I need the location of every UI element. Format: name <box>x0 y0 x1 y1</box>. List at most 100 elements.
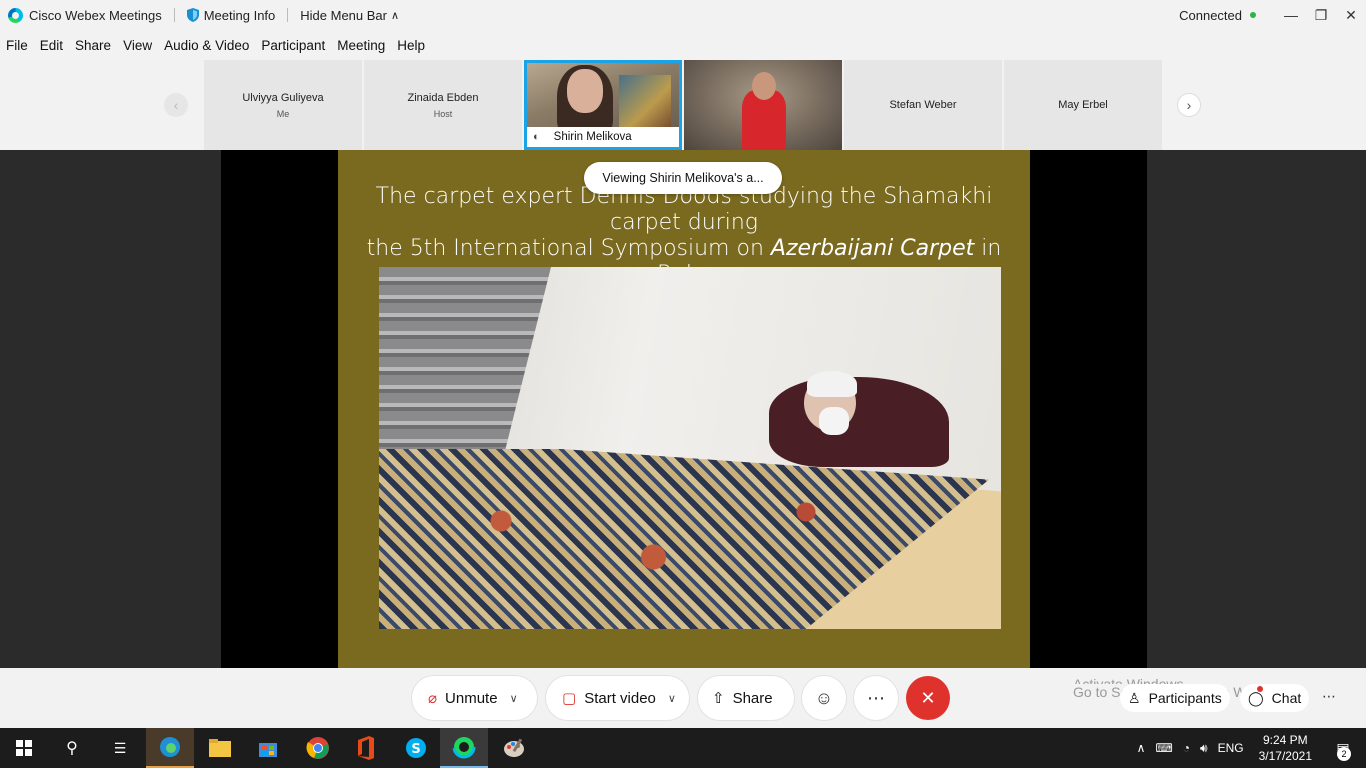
hide-menu-bar-button[interactable]: Hide Menu Bar ∧ <box>300 8 399 23</box>
meeting-info-button[interactable]: Meeting Info <box>186 8 275 23</box>
meeting-controls: ⌀ Unmute ∨ ▢ Start video ∨ ⇧ Share ☺ ⋯ ✕… <box>0 668 1366 728</box>
start-video-label: Start video <box>584 689 656 707</box>
store-icon <box>259 743 277 757</box>
slide-photo <box>379 267 1001 629</box>
participant-tile[interactable]: Zinaida Ebden Host <box>364 60 522 150</box>
chevron-down-icon[interactable]: ∨ <box>510 692 518 705</box>
menu-view[interactable]: View <box>117 38 158 53</box>
notification-badge: 2 <box>1337 747 1351 761</box>
app-name: Cisco Webex Meetings <box>29 7 162 23</box>
connection-dot-icon <box>1250 12 1256 18</box>
share-label: Share <box>732 689 773 707</box>
unmute-button[interactable]: ⌀ Unmute ∨ <box>412 676 537 720</box>
participant-tile[interactable]: Ulviyya Guliyeva Me <box>204 60 362 150</box>
menu-share[interactable]: Share <box>69 38 117 53</box>
participant-strip: ‹ Ulviyya Guliyeva Me Zinaida Ebden Host… <box>0 60 1366 150</box>
restore-button[interactable]: ❐ <box>1306 0 1336 30</box>
chrome-icon <box>306 737 329 759</box>
clock[interactable]: 9:24 PM 3/17/2021 <box>1259 732 1312 764</box>
unmute-label: Unmute <box>445 689 498 707</box>
taskbar-webex[interactable] <box>440 728 488 768</box>
clock-time: 9:24 PM <box>1262 733 1308 747</box>
more-options-button[interactable]: ⋯ <box>854 676 898 720</box>
menu-file[interactable]: File <box>0 38 34 53</box>
webex-logo-icon <box>8 7 23 23</box>
menu-participant[interactable]: Participant <box>255 38 331 53</box>
volume-icon[interactable]: 🔊︎ <box>1200 741 1208 756</box>
task-view-button[interactable]: ☰ <box>96 728 144 768</box>
clock-date: 3/17/2021 <box>1258 749 1312 763</box>
activate-line1: Activate Windows <box>1073 676 1184 684</box>
participant-tile[interactable]: May Erbel <box>1004 60 1162 150</box>
office-icon <box>358 736 374 760</box>
participant-role: Host <box>433 108 453 119</box>
language-indicator[interactable]: ENG <box>1218 741 1244 755</box>
participant-video-tile-active[interactable]: ◐ Shirin Melikova <box>524 60 682 150</box>
show-hidden-icons-button[interactable]: ∧ <box>1137 741 1146 755</box>
title-bar: Cisco Webex Meetings Meeting Info Hide M… <box>0 0 1366 30</box>
end-meeting-button[interactable]: ✕ <box>906 676 950 720</box>
menu-meeting[interactable]: Meeting <box>331 38 391 53</box>
search-button[interactable]: ⚲ <box>48 728 96 768</box>
wifi-icon[interactable]: ◔ <box>1183 741 1190 755</box>
viewing-toast: Viewing Shirin Melikova's a... <box>584 162 782 194</box>
video-off-icon: ▢ <box>562 690 577 707</box>
windows-logo-icon <box>16 740 32 756</box>
taskbar-skype[interactable]: S <box>392 728 440 768</box>
participants-panel-button[interactable]: ♙ Participants <box>1120 684 1230 712</box>
folder-icon <box>209 739 231 757</box>
participants-label: Participants <box>1148 690 1222 706</box>
chat-bubble-icon: ◯ <box>1248 689 1264 706</box>
input-indicator-icon[interactable]: ⌨ <box>1155 741 1172 755</box>
previous-participants-button[interactable]: ‹ <box>164 93 188 117</box>
slide-title-text: the 5th International Symposium on <box>366 236 771 261</box>
hide-menu-bar-label: Hide Menu Bar <box>300 7 387 23</box>
menu-audio-video[interactable]: Audio & Video <box>158 38 255 53</box>
taskbar-edge[interactable] <box>146 728 194 768</box>
menu-bar: File Edit Share View Audio & Video Parti… <box>0 32 431 58</box>
taskbar-chrome[interactable] <box>294 728 342 768</box>
close-icon: ✕ <box>920 687 936 708</box>
chat-label: Chat <box>1271 690 1302 706</box>
shield-icon <box>186 8 199 22</box>
menu-edit[interactable]: Edit <box>34 38 69 53</box>
menu-help[interactable]: Help <box>391 38 431 53</box>
next-participants-button[interactable]: › <box>1177 93 1201 117</box>
webex-icon <box>452 735 476 759</box>
chevron-down-icon[interactable]: ∨ <box>668 692 676 705</box>
close-button[interactable]: ✕ <box>1336 0 1366 30</box>
taskbar-office[interactable] <box>342 728 390 768</box>
paint-palette-icon <box>504 738 524 757</box>
svg-text:S: S <box>411 742 420 757</box>
background-painting <box>619 75 671 127</box>
slide-title-emphasis: Azerbaijani Carpet <box>770 236 975 261</box>
task-view-icon: ☰ <box>113 739 127 756</box>
minimize-button[interactable]: — <box>1276 0 1306 30</box>
participant-tile[interactable]: Stefan Weber <box>844 60 1002 150</box>
participant-name: Ulviyya Guliyeva <box>242 91 324 104</box>
windows-taskbar: ⚲ ☰ S ∧ ⌨ ◔ 🔊︎ ENG 9:24 PM 3/17/2021 ▤ 2 <box>0 728 1366 768</box>
taskbar-store[interactable] <box>244 728 292 768</box>
start-button[interactable] <box>0 728 48 768</box>
action-center-button[interactable]: ▤ 2 <box>1328 733 1358 763</box>
taskbar-file-explorer[interactable] <box>196 728 244 768</box>
photo-person-beard <box>819 407 849 435</box>
search-icon: ⚲ <box>66 740 78 757</box>
shared-slide: The carpet expert Dennis Doods studying … <box>338 150 1030 668</box>
participant-name: Stefan Weber <box>889 99 957 111</box>
share-button[interactable]: ⇧ Share <box>698 676 794 720</box>
participant-video-tile[interactable] <box>684 60 842 150</box>
start-video-button[interactable]: ▢ Start video ∨ <box>546 676 689 720</box>
chevron-right-icon: › <box>1186 97 1192 113</box>
divider <box>173 8 175 22</box>
more-panels-button[interactable]: ⋯ <box>1322 688 1337 705</box>
share-icon: ⇧ <box>712 690 725 707</box>
reactions-button[interactable]: ☺ <box>802 676 846 720</box>
app-title: Cisco Webex Meetings <box>0 7 162 23</box>
taskbar-paint[interactable] <box>490 728 538 768</box>
connection-status: Connected <box>1179 7 1242 23</box>
chat-panel-button[interactable]: ◯ Chat <box>1240 684 1310 712</box>
video-feed <box>684 60 842 150</box>
skype-icon: S <box>406 738 426 758</box>
participant-name: May Erbel <box>1058 99 1108 111</box>
